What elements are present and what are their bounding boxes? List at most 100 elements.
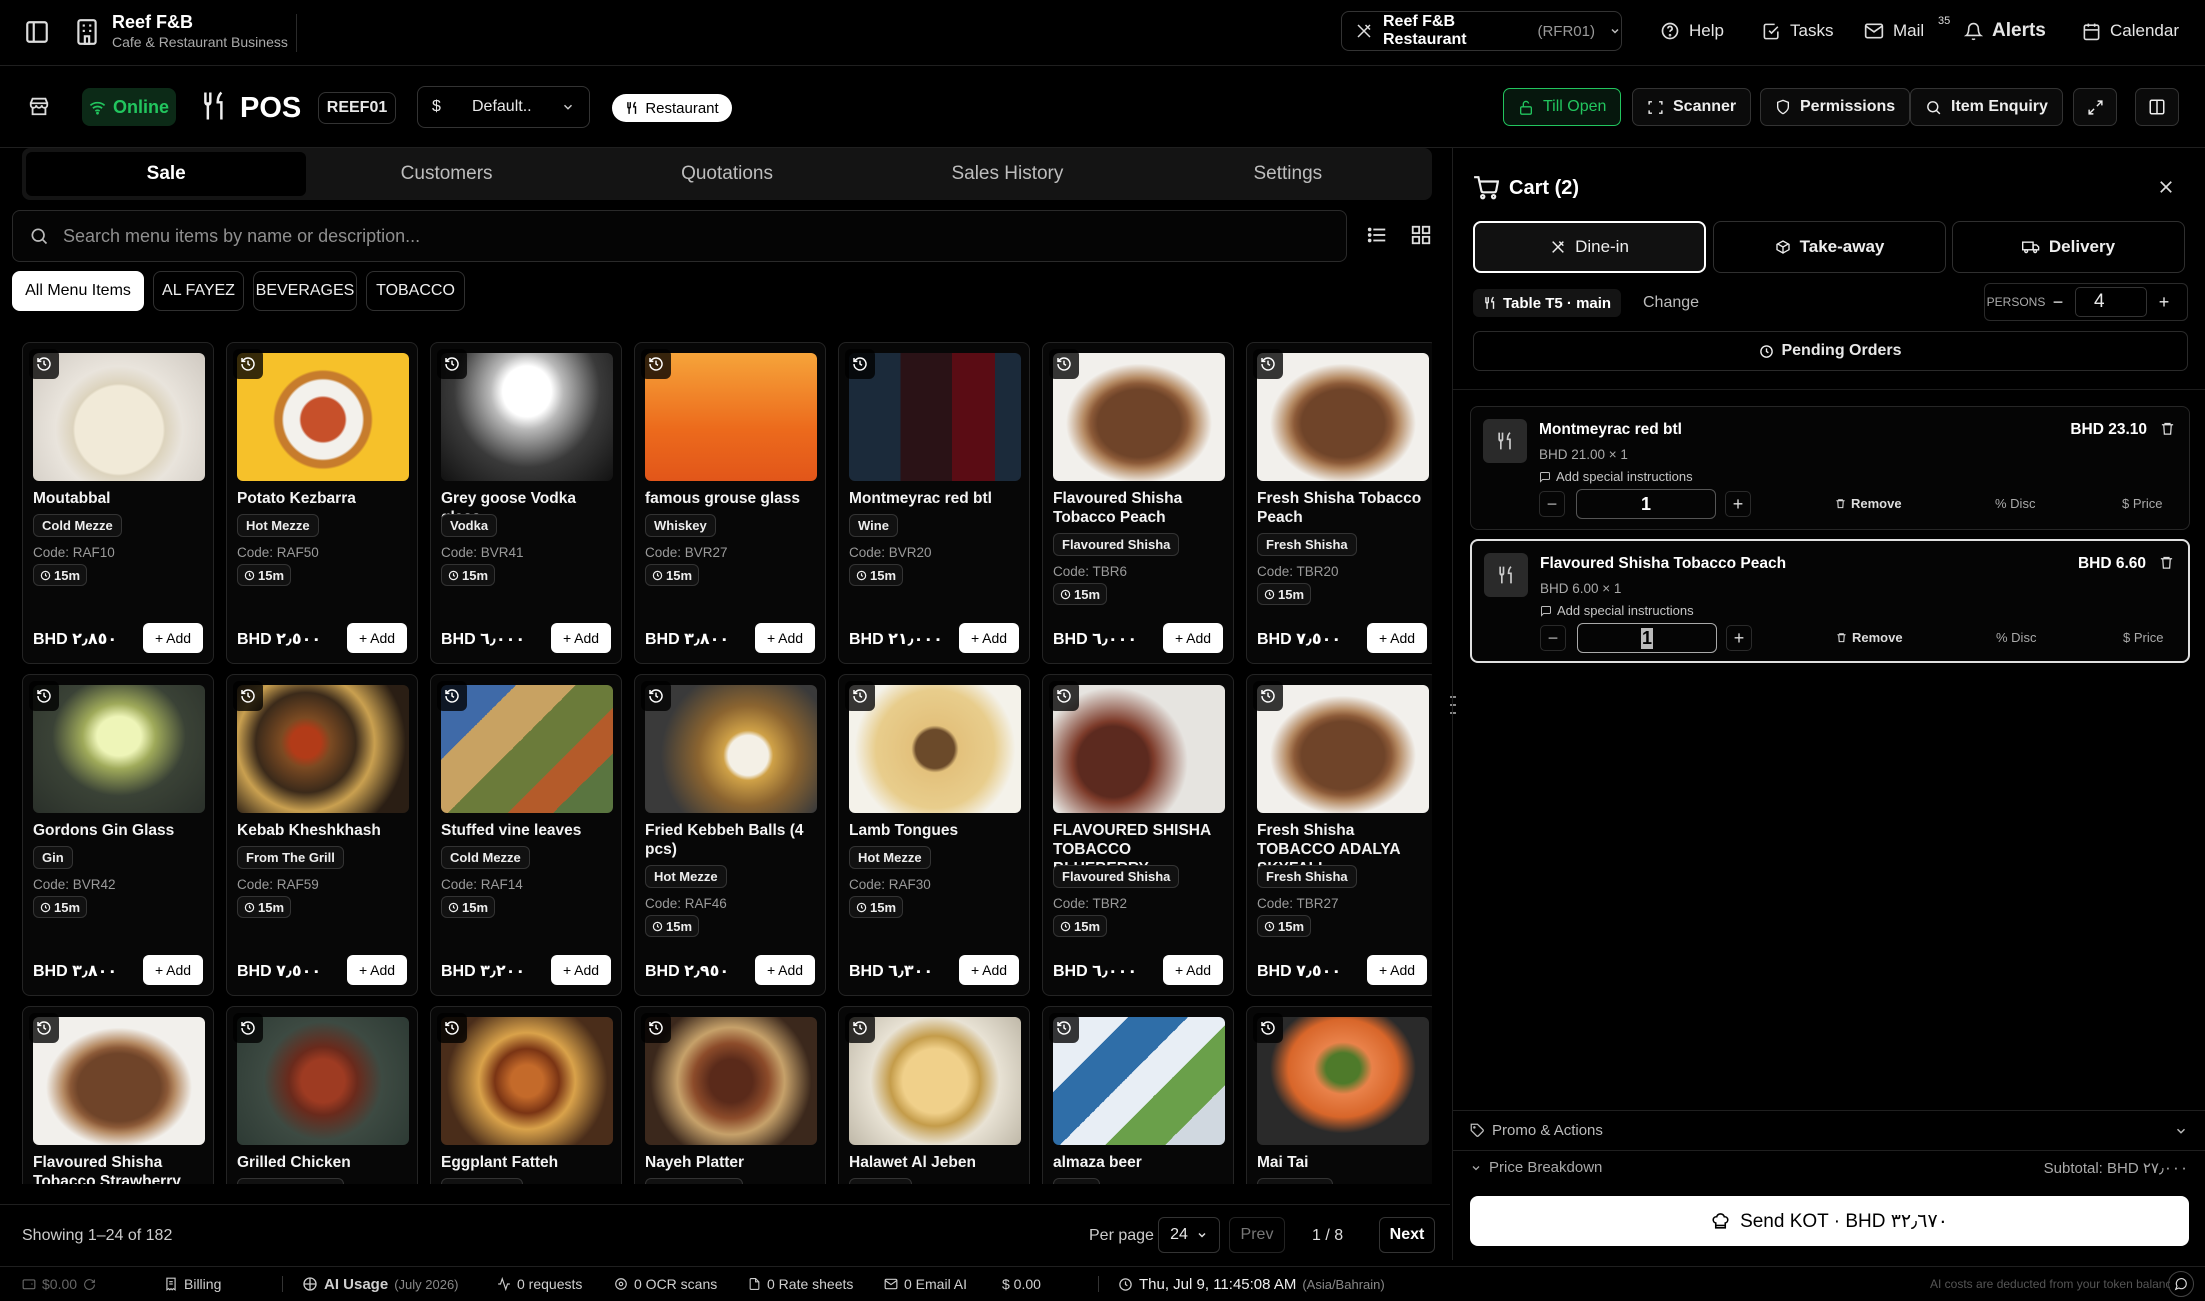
category-chip-tobacco[interactable]: TOBACCO <box>366 271 465 311</box>
discount-button[interactable]: % Disc <box>1996 630 2036 645</box>
trash-icon[interactable] <box>2159 555 2174 570</box>
tab-sale[interactable]: Sale <box>26 152 307 196</box>
history-icon[interactable] <box>29 1013 59 1043</box>
menu-item-card[interactable]: Montmeyrac red btl Wine Code: BVR20 15m BHD … <box>838 342 1030 664</box>
menu-item-card[interactable]: Lamb Tongues Hot Mezze Code: RAF30 15m BHD ٦… <box>838 674 1030 996</box>
add-to-cart-button[interactable]: + Add <box>347 623 407 653</box>
per-page-select[interactable]: 24 <box>1158 1217 1220 1253</box>
menu-item-card[interactable]: Grilled Chicken From The Grill <box>226 1006 418 1184</box>
category-chip-al-fayez[interactable]: AL FAYEZ <box>153 271 244 311</box>
outlet-selector[interactable]: Reef F&B Restaurant (RFR01) <box>1341 11 1622 51</box>
price-override-button[interactable]: $ Price <box>2123 630 2163 645</box>
menu-item-card[interactable]: Flavoured Shisha Tobacco Peach Flavoured … <box>1042 342 1234 664</box>
qty-input[interactable]: 1 <box>1577 623 1717 653</box>
history-icon[interactable] <box>437 1013 467 1043</box>
history-icon[interactable] <box>437 349 467 379</box>
pricelist-select[interactable]: $ Default.. <box>417 86 590 128</box>
qty-input[interactable]: 1 <box>1576 489 1716 519</box>
scanner-button[interactable]: Scanner <box>1632 88 1752 126</box>
menu-item-card[interactable]: Fresh Shisha TOBACCO ADALYA SKYFALLFresh… <box>1246 674 1432 996</box>
cart-line-item[interactable]: Flavoured Shisha Tobacco Peach BHD 6.60 … <box>1470 539 2190 663</box>
next-button[interactable]: Next <box>1379 1217 1435 1253</box>
prev-button[interactable]: Prev <box>1229 1217 1285 1253</box>
remove-button[interactable]: Remove <box>1835 496 1902 511</box>
add-to-cart-button[interactable]: + Add <box>551 623 611 653</box>
add-to-cart-button[interactable]: + Add <box>959 623 1019 653</box>
menu-item-card[interactable]: Moutabbal Cold Mezze Code: RAF10 15m BHD ٢٫٨… <box>22 342 214 664</box>
permissions-button[interactable]: Permissions <box>1760 88 1911 126</box>
refresh-icon[interactable] <box>83 1278 96 1291</box>
tab-sales-history[interactable]: Sales History <box>867 152 1147 196</box>
remove-button[interactable]: Remove <box>1836 630 1903 645</box>
qty-decrement[interactable]: − <box>1540 625 1566 651</box>
qty-decrement[interactable]: − <box>1539 491 1565 517</box>
menu-item-card[interactable]: almaza beer Beer <box>1042 1006 1234 1184</box>
pending-orders-button[interactable]: Pending Orders <box>1473 331 2188 371</box>
history-icon[interactable] <box>233 349 263 379</box>
calendar-button[interactable]: Calendar <box>2068 11 2193 51</box>
ai-usage[interactable]: AI Usage (July 2026) <box>302 1267 459 1301</box>
history-icon[interactable] <box>233 681 263 711</box>
persons-increment[interactable]: + <box>2153 292 2175 313</box>
tasks-button[interactable]: Tasks <box>1748 11 1847 51</box>
tab-quotations[interactable]: Quotations <box>587 152 867 196</box>
add-to-cart-button[interactable]: + Add <box>959 955 1019 985</box>
history-icon[interactable] <box>437 681 467 711</box>
menu-item-card[interactable]: Kebab Kheshkhash From The Grill Code: RAF5… <box>226 674 418 996</box>
history-icon[interactable] <box>845 681 875 711</box>
history-icon[interactable] <box>233 1013 263 1043</box>
menu-item-card[interactable]: Stuffed vine leaves Cold Mezze Code: RAF14… <box>430 674 622 996</box>
menu-item-card[interactable]: Mai Tai Cocktails <box>1246 1006 1432 1184</box>
category-chip-all[interactable]: All Menu Items <box>12 271 144 311</box>
add-to-cart-button[interactable]: + Add <box>755 955 815 985</box>
item-enquiry-button[interactable]: Item Enquiry <box>1910 88 2063 126</box>
chat-icon[interactable] <box>2168 1271 2194 1297</box>
trash-icon[interactable] <box>2160 421 2175 436</box>
send-kot-button[interactable]: Send KOT · BHD ٣٢٫٦٧٠ <box>1470 1196 2189 1246</box>
change-table-link[interactable]: Change <box>1643 294 1699 312</box>
history-icon[interactable] <box>1253 1013 1283 1043</box>
table-badge[interactable]: Table T5 · main <box>1473 289 1622 317</box>
history-icon[interactable] <box>1049 1013 1079 1043</box>
menu-item-card[interactable]: FLAVOURED SHISHA TOBACCO BLUEBERRYFlavou… <box>1042 674 1234 996</box>
history-icon[interactable] <box>641 681 671 711</box>
menu-item-card[interactable]: Fried Kebbeh Balls (4 pcs) Hot Mezze Code:… <box>634 674 826 996</box>
menu-item-card[interactable]: Potato Kezbarra Hot Mezze Code: RAF50 15m BH… <box>226 342 418 664</box>
list-view-icon[interactable] <box>1366 224 1388 246</box>
order-type-dine-in[interactable]: Dine-in <box>1473 221 1706 273</box>
history-icon[interactable] <box>1253 349 1283 379</box>
qty-increment[interactable]: + <box>1725 491 1751 517</box>
add-to-cart-button[interactable]: + Add <box>143 955 203 985</box>
history-icon[interactable] <box>1049 349 1079 379</box>
layout-toggle-button[interactable] <box>2135 88 2179 126</box>
close-icon[interactable] <box>2157 178 2175 196</box>
add-to-cart-button[interactable]: + Add <box>1163 955 1223 985</box>
add-to-cart-button[interactable]: + Add <box>755 623 815 653</box>
tab-settings[interactable]: Settings <box>1148 152 1428 196</box>
order-type-delivery[interactable]: Delivery <box>1952 221 2185 273</box>
add-to-cart-button[interactable]: + Add <box>347 955 407 985</box>
promo-actions-row[interactable]: Promo & Actions <box>1453 1110 2205 1150</box>
menu-item-card[interactable]: Flavoured Shisha Tobacco Strawberry <box>22 1006 214 1184</box>
price-breakdown-row[interactable]: Price Breakdown Subtotal: BHD ٢٧٫٠٠٠ <box>1453 1150 2205 1184</box>
order-type-take-away[interactable]: Take-away <box>1713 221 1946 273</box>
special-instructions-link[interactable]: Add special instructions <box>1540 603 1694 618</box>
discount-button[interactable]: % Disc <box>1995 496 2035 511</box>
menu-item-card[interactable]: famous grouse glass Whiskey Code: BVR27 15m… <box>634 342 826 664</box>
menu-item-card[interactable]: Halawet Al Jeben Sweets <box>838 1006 1030 1184</box>
tab-customers[interactable]: Customers <box>306 152 586 196</box>
grid-view-icon[interactable] <box>1410 224 1432 246</box>
special-instructions-link[interactable]: Add special instructions <box>1539 469 1693 484</box>
history-icon[interactable] <box>29 349 59 379</box>
add-to-cart-button[interactable]: + Add <box>1163 623 1223 653</box>
search-input[interactable]: Search menu items by name or description… <box>12 210 1347 262</box>
alerts-button[interactable]: Alerts <box>1950 11 2060 51</box>
history-icon[interactable] <box>641 1013 671 1043</box>
till-open-button[interactable]: Till Open <box>1503 88 1622 126</box>
billing-link[interactable]: Billing <box>164 1267 221 1301</box>
persons-decrement[interactable]: − <box>2047 292 2069 313</box>
persons-input[interactable]: 4 <box>2075 287 2147 317</box>
help-button[interactable]: Help <box>1646 11 1738 51</box>
add-to-cart-button[interactable]: + Add <box>143 623 203 653</box>
add-to-cart-button[interactable]: + Add <box>1367 955 1427 985</box>
